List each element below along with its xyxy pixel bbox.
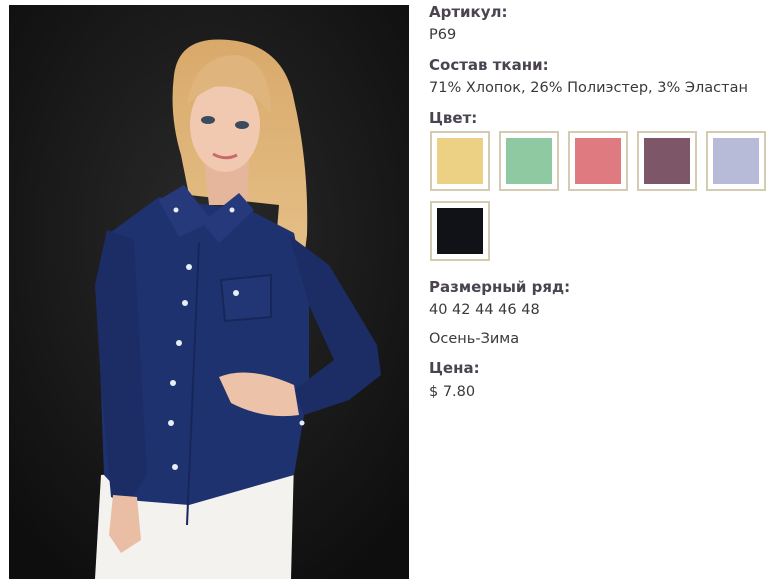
sizes-value: 40 42 44 46 48 (429, 302, 540, 318)
composition-label: Состав ткани: (429, 56, 549, 74)
price-label: Цена: (429, 359, 480, 377)
pink-swatch[interactable] (568, 131, 628, 191)
sizes-label: Размерный ряд: (429, 278, 571, 296)
color-label: Цвет: (429, 109, 478, 127)
product-photo (9, 5, 409, 579)
season-value: Осень-Зима (429, 331, 520, 347)
swatch-fill (437, 208, 483, 254)
yellow-swatch[interactable] (430, 131, 490, 191)
swatch-fill (437, 138, 483, 184)
mauve-swatch[interactable] (637, 131, 697, 191)
article-value: P69 (429, 27, 457, 43)
lavender-swatch[interactable] (706, 131, 766, 191)
swatch-fill (575, 138, 621, 184)
swatch-fill (644, 138, 690, 184)
mint-swatch[interactable] (499, 131, 559, 191)
price-value: $ 7.80 (429, 384, 476, 400)
black-swatch[interactable] (430, 201, 490, 261)
swatch-fill (506, 138, 552, 184)
composition-value: 71% Хлопок, 26% Полиэстер, 3% Эластан (429, 80, 748, 96)
swatch-fill (713, 138, 759, 184)
article-label: Артикул: (429, 3, 508, 21)
